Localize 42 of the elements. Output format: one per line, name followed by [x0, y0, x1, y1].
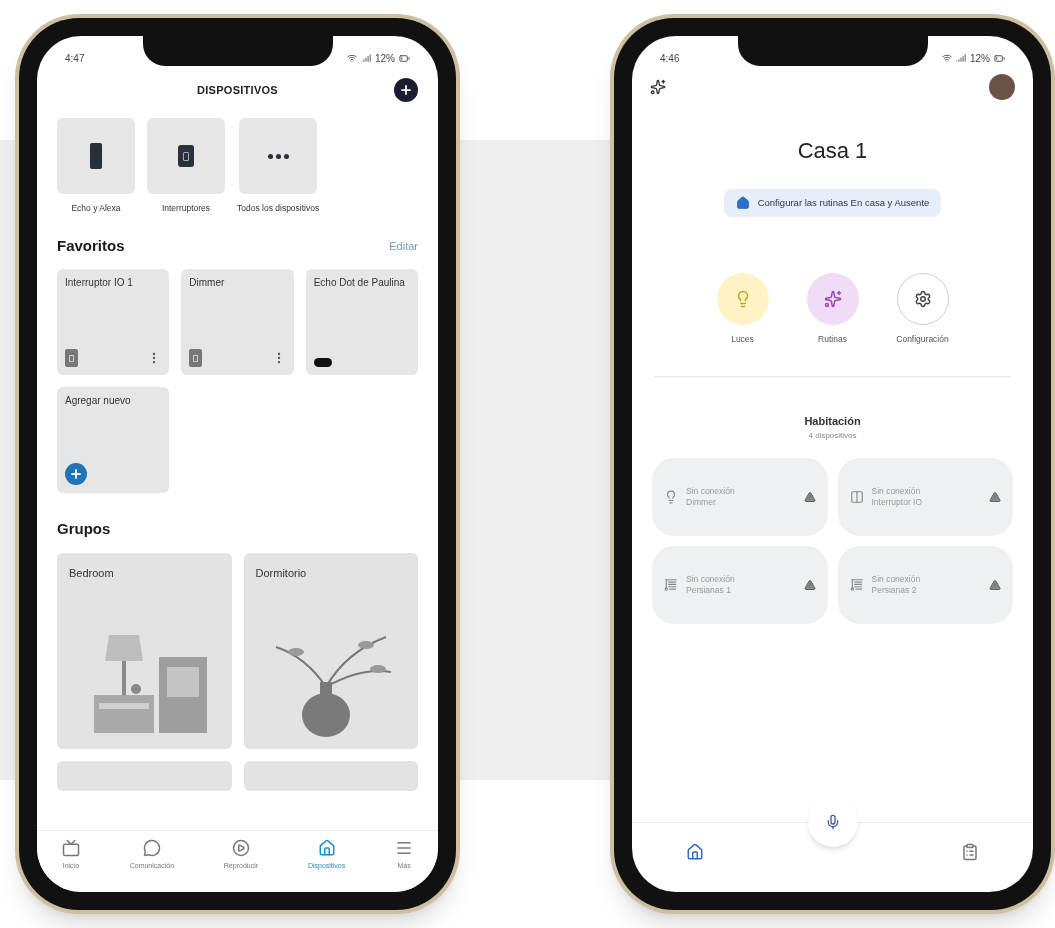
- status-time: 4:46: [660, 51, 680, 66]
- device-name: Dimmer: [189, 277, 226, 290]
- section-heading: Favoritos: [57, 235, 125, 256]
- battery-level: 12%: [970, 51, 990, 66]
- action-label: Luces: [731, 333, 754, 346]
- battery-level: 12%: [375, 51, 395, 66]
- favorite-device-card[interactable]: Agregar nuevo: [57, 387, 170, 494]
- category-label: Todos los dispositivos: [237, 202, 320, 215]
- device-name: Interruptor IO 1: [65, 277, 134, 290]
- screen-title: DISPOSITIVOS: [197, 82, 278, 98]
- action-label: Rutinas: [818, 333, 847, 346]
- device-tile[interactable]: Sin conexión Persianas 2: [837, 545, 1013, 624]
- device-name: Persianas 2: [871, 584, 918, 596]
- device-name: Agregar nuevo: [65, 395, 132, 408]
- routines-chip[interactable]: Configurar las rutinas En casa y Ausente: [723, 189, 942, 218]
- device-tile[interactable]: Sin conexión Persianas 1: [652, 545, 828, 624]
- edit-link[interactable]: Editar: [389, 237, 418, 255]
- group-name: Bedroom: [69, 566, 114, 582]
- group-card[interactable]: Dormitorio: [243, 553, 418, 750]
- device-status: Sin conexión: [686, 573, 736, 585]
- room-name: Habitación: [804, 414, 861, 429]
- device-tile[interactable]: Sin conexión Interruptor IO: [837, 457, 1013, 536]
- device-name: Dimmer: [686, 496, 717, 508]
- device-name: Echo Dot de Paulina: [313, 277, 406, 290]
- favorite-device-card[interactable]: Dimmer: [181, 269, 294, 376]
- group-card[interactable]: Bedroom: [57, 553, 232, 750]
- device-name: Persianas 1: [686, 584, 732, 596]
- action-label: Configuración: [896, 333, 949, 346]
- category-label: Interruptores: [161, 202, 211, 215]
- home-title: Casa 1: [797, 137, 868, 165]
- status-time: 4:47: [65, 51, 85, 66]
- device-status: Sin conexión: [686, 485, 736, 497]
- device-status: Sin conexión: [871, 485, 922, 497]
- device-tile[interactable]: Sin conexión Dimmer: [652, 457, 828, 536]
- section-heading: Grupos: [57, 520, 111, 538]
- device-name: Interruptor IO: [871, 496, 924, 508]
- group-name: Dormitorio: [255, 566, 307, 582]
- device-status: Sin conexión: [871, 573, 922, 585]
- favorite-device-card[interactable]: Interruptor IO 1: [57, 269, 170, 376]
- device-count: 4 dispositivos: [808, 429, 857, 442]
- category-label: Echo y Alexa: [71, 202, 121, 215]
- favorite-device-card[interactable]: Echo Dot de Paulina: [305, 269, 418, 376]
